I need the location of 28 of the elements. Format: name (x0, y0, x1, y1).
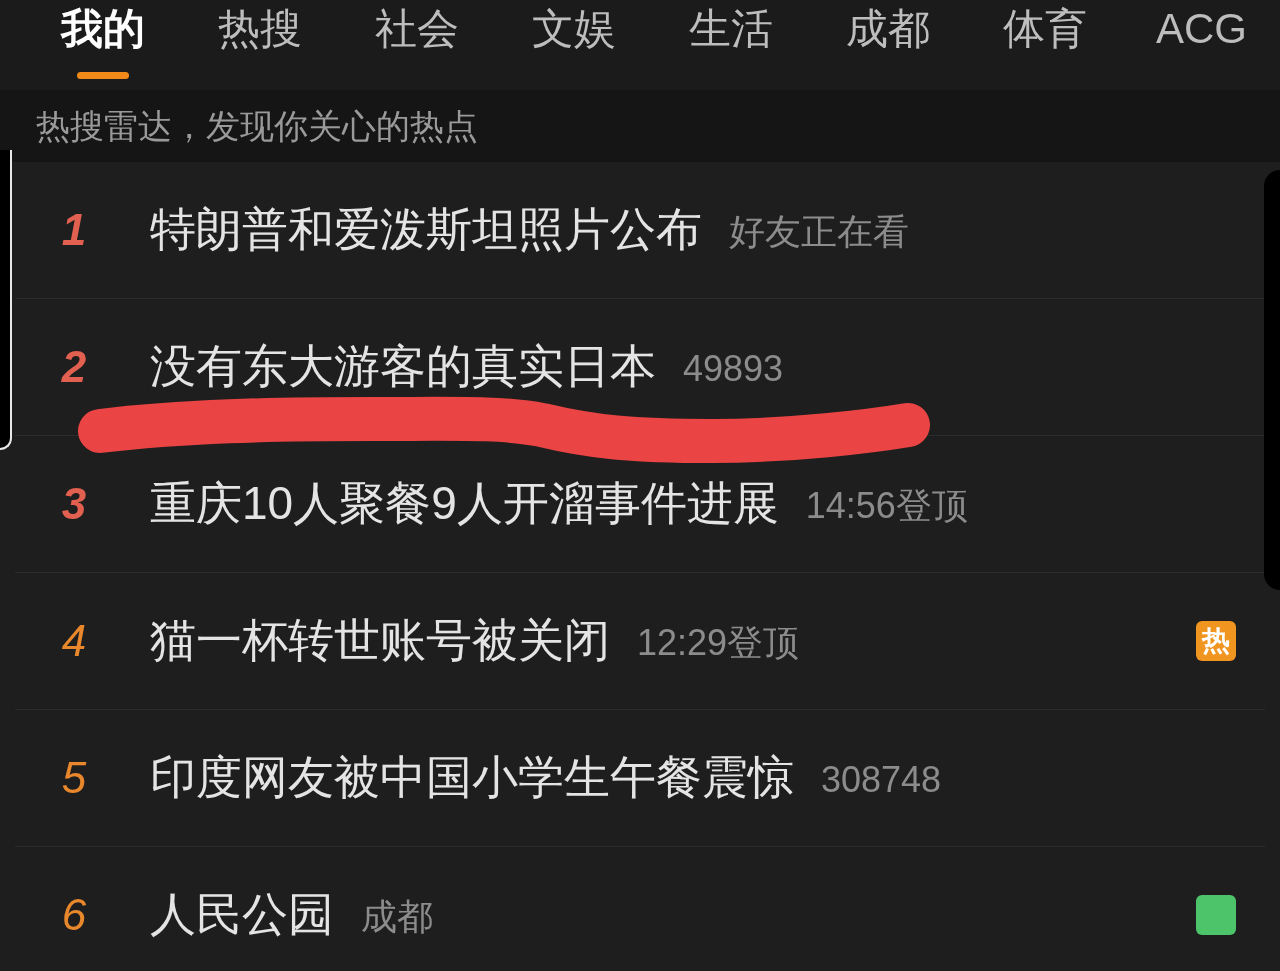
hint-text: 热搜雷达，发现你关心的热点 (36, 105, 478, 147)
rank-number: 4 (60, 619, 88, 663)
topic-meta: 14:56登顶 (805, 484, 968, 528)
tab[interactable]: ACG (1123, 0, 1280, 90)
tab[interactable]: 体育 (966, 0, 1123, 90)
tab[interactable]: 成都 (809, 0, 966, 90)
tab[interactable]: 我的 (24, 0, 181, 90)
topic-title[interactable]: 特朗普和爱泼斯坦照片公布 (150, 202, 702, 258)
topic-meta: 好友正在看 (729, 210, 909, 254)
hot-badge: 热 (1196, 621, 1236, 661)
topic-meta: 成都 (361, 895, 433, 939)
tab[interactable]: 社会 (338, 0, 495, 90)
topic-title[interactable]: 猫一杯转世账号被关闭 (150, 613, 610, 669)
topic-meta: 12:29登顶 (637, 621, 800, 665)
topic-meta: 308748 (821, 758, 942, 802)
topic-title[interactable]: 没有东大游客的真实日本 (150, 339, 656, 395)
rank-number: 6 (60, 893, 88, 937)
topic-title[interactable]: 印度网友被中国小学生午餐震惊 (150, 750, 794, 806)
tab[interactable]: 生活 (652, 0, 809, 90)
topic-title[interactable]: 人民公园 (150, 887, 334, 943)
rank-number: 3 (60, 482, 88, 526)
rank-number: 2 (60, 345, 88, 389)
rank-number: 1 (60, 208, 88, 252)
topic-title[interactable]: 重庆10人聚餐9人开溜事件进展 (150, 476, 779, 532)
tab[interactable]: 文娱 (495, 0, 652, 90)
topic-meta: 49893 (683, 347, 784, 391)
tab[interactable]: 热搜 (181, 0, 338, 90)
rank-number: 5 (60, 756, 88, 800)
